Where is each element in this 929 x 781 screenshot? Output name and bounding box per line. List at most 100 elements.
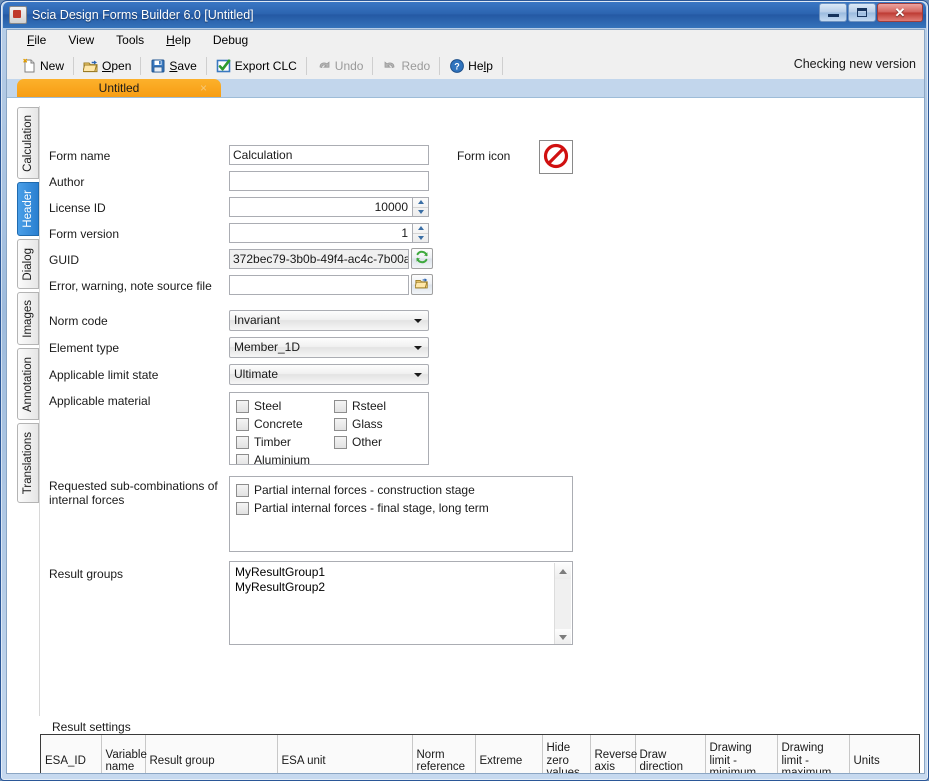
error-source-file-label: Error, warning, note source file [49,279,212,293]
checkbox-icon[interactable] [236,399,249,413]
close-button[interactable]: ✕ [877,3,923,22]
menu-help[interactable]: Help [156,31,203,50]
sidebar-item-images[interactable]: Images [17,292,39,345]
checkbox-icon[interactable] [236,453,249,464]
toolbar-separator [501,56,503,75]
checkbox-icon[interactable] [334,435,347,449]
column-header-norm-reference[interactable]: Norm reference [412,735,476,773]
stepper-down[interactable] [413,232,428,243]
guid-refresh-button[interactable] [411,248,433,269]
help-button[interactable]: ? Help [443,56,499,76]
material-item-glass[interactable]: Glass [334,415,386,433]
sidebar-item-header[interactable]: Header [17,182,39,236]
column-header-draw-direction[interactable]: Draw direction [635,735,706,773]
column-header-units[interactable]: Units [849,735,919,773]
scroll-up-button[interactable] [555,563,571,579]
redo-button[interactable]: Redo [376,56,436,76]
menu-tools[interactable]: Tools [106,31,156,50]
close-icon[interactable]: × [200,81,207,95]
material-item-other[interactable]: Other [334,433,386,451]
result-groups-scrollbar[interactable] [554,563,571,644]
sidebar-item-translations[interactable]: Translations [17,423,39,503]
error-source-file-input[interactable] [229,275,409,295]
checkbox-icon[interactable] [334,399,347,413]
form-version-label: Form version [49,227,120,241]
export-clc-button-label: Export CLC [234,58,297,73]
side-tab-label: Images [22,299,34,338]
element-type-select[interactable]: Member_1D [229,337,429,358]
checkbox-icon[interactable] [236,417,249,431]
form-name-input[interactable]: Calculation [229,145,429,165]
license-id-input[interactable]: 10000 [229,197,413,217]
menu-debug[interactable]: Debug [203,31,260,50]
stepper-down[interactable] [413,206,428,217]
result-groups-items: MyResultGroup1 MyResultGroup2 [235,565,325,595]
license-id-stepper[interactable] [413,197,429,217]
material-item-timber[interactable]: Timber [236,433,310,451]
author-label: Author [49,175,85,189]
material-item-aluminium[interactable]: Aluminium [236,451,311,465]
result-groups-list[interactable]: MyResultGroup1 MyResultGroup2 [229,561,573,645]
checkbox-icon[interactable] [236,501,249,515]
export-clc-button[interactable]: Export CLC [210,56,303,76]
element-type-value: Member_1D [234,340,301,354]
stepper-up[interactable] [413,198,428,207]
sidebar-item-dialog[interactable]: Dialog [17,239,39,289]
applicable-material-list[interactable]: Steel Concrete Timber Aluminium Rsteel G… [229,392,429,465]
form-version-stepper[interactable] [413,223,429,243]
checkbox-icon[interactable] [236,435,249,449]
maximize-button[interactable] [848,3,876,22]
norm-code-select[interactable]: Invariant [229,310,429,331]
menu-file[interactable]: File [17,31,58,50]
list-item[interactable]: MyResultGroup1 [235,565,325,580]
refresh-icon [415,250,429,267]
checkbox-icon[interactable] [236,483,249,497]
column-header-drawing-limit-minimum[interactable]: Drawing limit - minimum [705,735,778,773]
sidebar-item-annotation[interactable]: Annotation [17,348,39,420]
chevron-down-icon [414,319,422,323]
toolbar-separator [140,56,142,75]
applicable-limit-state-select[interactable]: Ultimate [229,364,429,385]
document-tab-untitled[interactable]: Untitled × [17,79,221,97]
stepper-up[interactable] [413,224,428,233]
menu-view[interactable]: View [58,31,106,50]
column-header-result-group[interactable]: Result group [145,735,278,773]
chevron-up-icon [417,200,424,205]
save-button[interactable]: Save [144,56,202,76]
column-header-reverse-axis[interactable]: Reverse axis [590,735,637,773]
element-type-label: Element type [49,341,120,355]
list-item[interactable]: MyResultGroup2 [235,580,325,595]
undo-button[interactable]: Undo [310,56,370,76]
column-header-hide-zero-values[interactable]: Hide zero values [542,735,591,773]
author-input[interactable] [229,171,429,191]
material-item-steel[interactable]: Steel [236,397,310,415]
sub-combination-item-final-stage[interactable]: Partial internal forces - final stage, l… [236,499,489,517]
open-button[interactable]: Open [77,56,137,76]
material-item-rsteel[interactable]: Rsteel [334,397,386,415]
guid-input[interactable]: 372bec79-3b0b-49f4-ac4c-7b00a873 [229,249,409,269]
sub-combination-item-construction-stage[interactable]: Partial internal forces - construction s… [236,481,489,499]
column-header-esa-unit[interactable]: ESA unit [277,735,413,773]
form-icon-preview[interactable] [539,140,573,174]
open-folder-icon [82,58,99,74]
material-label: Aluminium [254,453,311,465]
column-header-drawing-limit-maximum[interactable]: Drawing limit - maximum [777,735,850,773]
sidebar-item-calculation[interactable]: Calculation [17,107,39,179]
new-button[interactable]: New [15,56,70,76]
column-header-extreme[interactable]: Extreme [475,735,543,773]
form-version-input[interactable]: 1 [229,223,413,243]
sub-combinations-list[interactable]: Partial internal forces - construction s… [229,476,573,552]
form-icon-label: Form icon [457,149,511,163]
minimize-button[interactable] [819,3,847,22]
material-item-concrete[interactable]: Concrete [236,415,310,433]
norm-code-label: Norm code [49,314,108,328]
error-source-file-browse-button[interactable] [411,274,433,295]
checkbox-icon[interactable] [334,417,347,431]
application-window: Scia Design Forms Builder 6.0 [Untitled]… [0,0,929,781]
column-header-variable-name[interactable]: Variable name [101,735,147,773]
column-header-esa-id[interactable]: ESA_ID [41,735,102,773]
scroll-down-button[interactable] [555,629,571,644]
side-tab-bar: Calculation Header Dialog Images Annotat… [17,107,39,506]
chevron-up-icon [559,568,567,574]
result-settings-grid[interactable]: ESA_ID Variable name Result group ESA un… [40,734,920,773]
